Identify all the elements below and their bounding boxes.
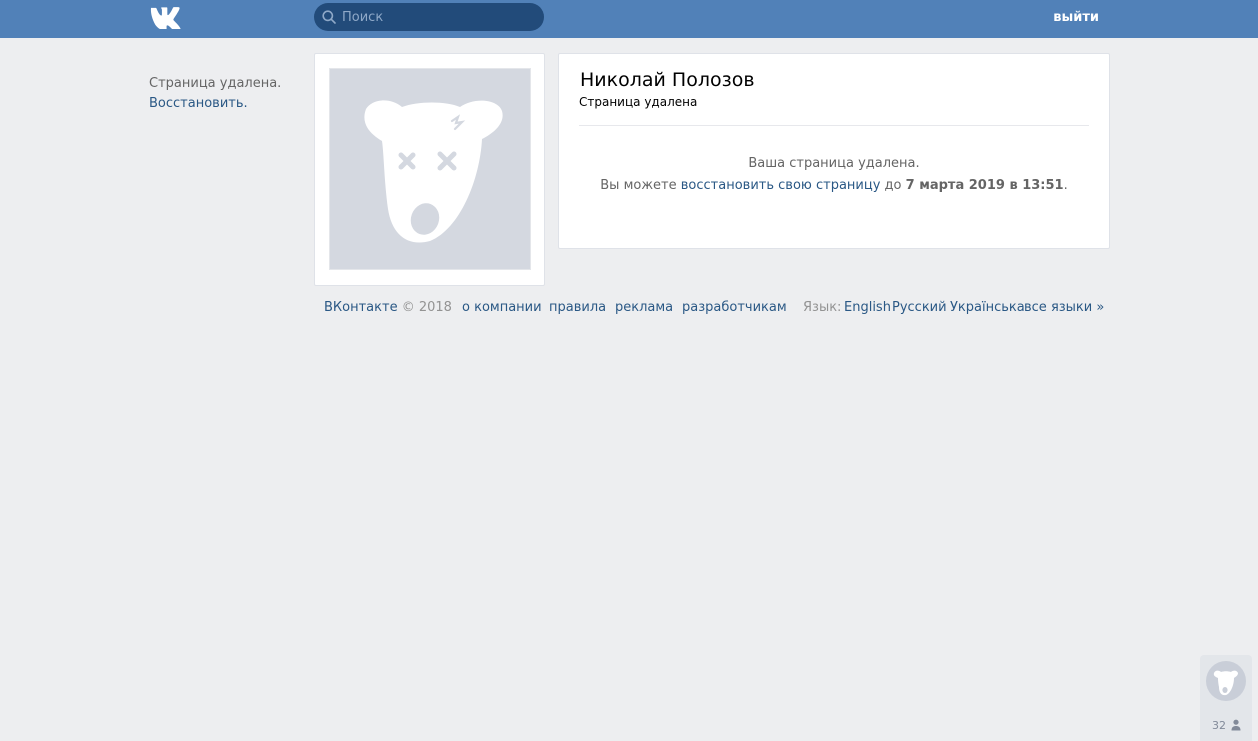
profile-name: Николай Полозов — [580, 69, 755, 91]
deactivated-avatar — [329, 68, 531, 270]
search-icon — [322, 10, 336, 24]
footer-language-label: Язык: — [803, 300, 842, 315]
deleted-message: Ваша страница удалена. Вы можете восстан… — [559, 153, 1109, 197]
footer-lang-russian[interactable]: Русский — [892, 300, 947, 315]
deleted-notice-text: Страница удалена. — [149, 76, 282, 91]
footer-brand-link[interactable]: ВКонтакте — [324, 300, 398, 315]
restore-page-link[interactable]: восстановить свою страницу — [681, 178, 881, 193]
footer-link-developers[interactable]: разработчикам — [682, 300, 787, 315]
top-header: выйти — [0, 0, 1258, 38]
search-box[interactable] — [314, 3, 544, 31]
footer-link-ads[interactable]: реклама — [615, 300, 673, 315]
restore-link[interactable]: Восстановить. — [149, 96, 248, 111]
message-prefix: Вы можете — [600, 178, 681, 193]
footer-copyright: ВКонтакте © 2018 — [324, 300, 452, 315]
search-input[interactable] — [342, 3, 537, 31]
footer-year: © 2018 — [397, 300, 452, 315]
vk-logo-icon[interactable] — [149, 5, 183, 29]
message-suffix: . — [1063, 178, 1068, 193]
widget-avatar[interactable] — [1206, 661, 1246, 701]
message-mid: до — [880, 178, 906, 193]
deleted-message-line2: Вы можете восстановить свою страницу до … — [559, 175, 1109, 197]
online-count: 32 — [1212, 719, 1226, 732]
footer-lang-english[interactable]: English — [844, 300, 891, 315]
deleted-message-line1: Ваша страница удалена. — [748, 156, 920, 171]
chat-widget[interactable]: 32 — [1200, 655, 1252, 741]
deactivated-dog-icon — [364, 100, 503, 243]
footer-link-about[interactable]: о компании — [462, 300, 542, 315]
profile-status: Страница удалена — [579, 95, 698, 109]
footer-lang-ukrainian[interactable]: Українська — [950, 300, 1025, 315]
deactivated-dog-icon — [1213, 670, 1238, 696]
footer-link-rules[interactable]: правила — [549, 300, 606, 315]
logout-link[interactable]: выйти — [1053, 10, 1099, 25]
avatar-block — [314, 53, 545, 286]
user-icon — [1231, 719, 1241, 731]
profile-info-block: Николай Полозов Страница удалена Ваша ст… — [558, 53, 1110, 249]
divider — [579, 125, 1089, 126]
restore-deadline: 7 марта 2019 в 13:51 — [905, 178, 1064, 193]
deleted-notice: Страница удалена. Восстановить. — [149, 74, 281, 114]
footer: ВКонтакте © 2018 о компании правила рекл… — [324, 300, 1114, 320]
footer-lang-all[interactable]: все языки » — [1024, 300, 1104, 315]
